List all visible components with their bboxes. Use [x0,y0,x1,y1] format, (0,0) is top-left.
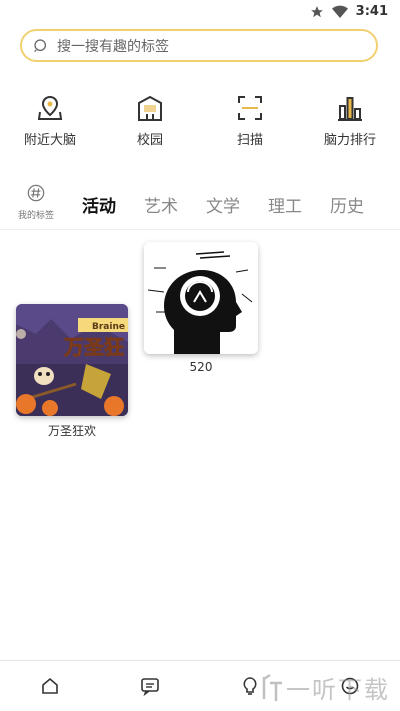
search-icon [34,38,47,52]
search-placeholder: 搜一搜有趣的标签 [57,38,169,55]
svg-text:万圣狂: 万圣狂 [63,335,124,359]
tab-activities[interactable]: 活动 [82,192,116,217]
quick-action-ranking[interactable]: 脑力排行 [305,94,395,148]
tag-card-label: 520 [189,360,213,374]
scan-icon [238,96,262,120]
quick-actions: 附近大脑 校园 扫描 脑力排行 [0,94,400,154]
quick-action-label: 扫描 [236,133,263,148]
tab-science[interactable]: 理工 [268,192,302,217]
status-time: 3:41 [355,4,388,19]
my-tags-label: 我的标签 [17,211,54,221]
bottom-nav: 一听下载 [0,660,400,711]
message-icon[interactable] [140,676,160,696]
tag-card-520[interactable]: 520 [144,242,258,374]
watermark: 一听下载 [260,670,390,705]
bulb-icon[interactable] [240,676,260,696]
quick-action-label: 校园 [136,133,163,148]
quick-action-scan[interactable]: 扫描 [205,94,295,148]
star-icon [310,5,323,17]
search-input[interactable]: 搜一搜有趣的标签 [20,29,378,62]
ranking-icon [338,97,362,121]
quick-action-nearby-brains[interactable]: 附近大脑 [5,94,95,148]
category-tabs: 我的标签 活动 艺术 文学 理工 历史 [0,182,400,226]
quick-action-campus[interactable]: 校园 [105,94,195,148]
status-bar: 3:41 [0,0,400,24]
quick-action-label: 脑力排行 [323,133,376,148]
tab-art[interactable]: 艺术 [144,192,178,217]
quick-action-label: 附近大脑 [23,133,76,148]
svg-text:Braine: Braine [92,322,125,332]
school-icon [138,95,162,121]
tab-history[interactable]: 历史 [330,192,364,217]
tag-card-label: 万圣狂欢 [47,424,96,438]
home-icon[interactable] [40,676,60,696]
watermark-text: 一听下载 [286,676,390,704]
wifi-icon [331,5,348,18]
map-pin-icon [37,95,63,120]
tabs-divider [0,229,400,230]
watermark-logo-icon [262,673,282,701]
tab-literature[interactable]: 文学 [206,192,240,217]
tag-card-halloween[interactable]: Braine 万圣狂 万圣狂欢 [16,304,128,439]
hashtag-icon [27,184,45,202]
brain-head-image [144,242,258,354]
my-tags-button[interactable]: 我的标签 [13,184,59,221]
halloween-image: Braine 万圣狂 [16,304,128,416]
